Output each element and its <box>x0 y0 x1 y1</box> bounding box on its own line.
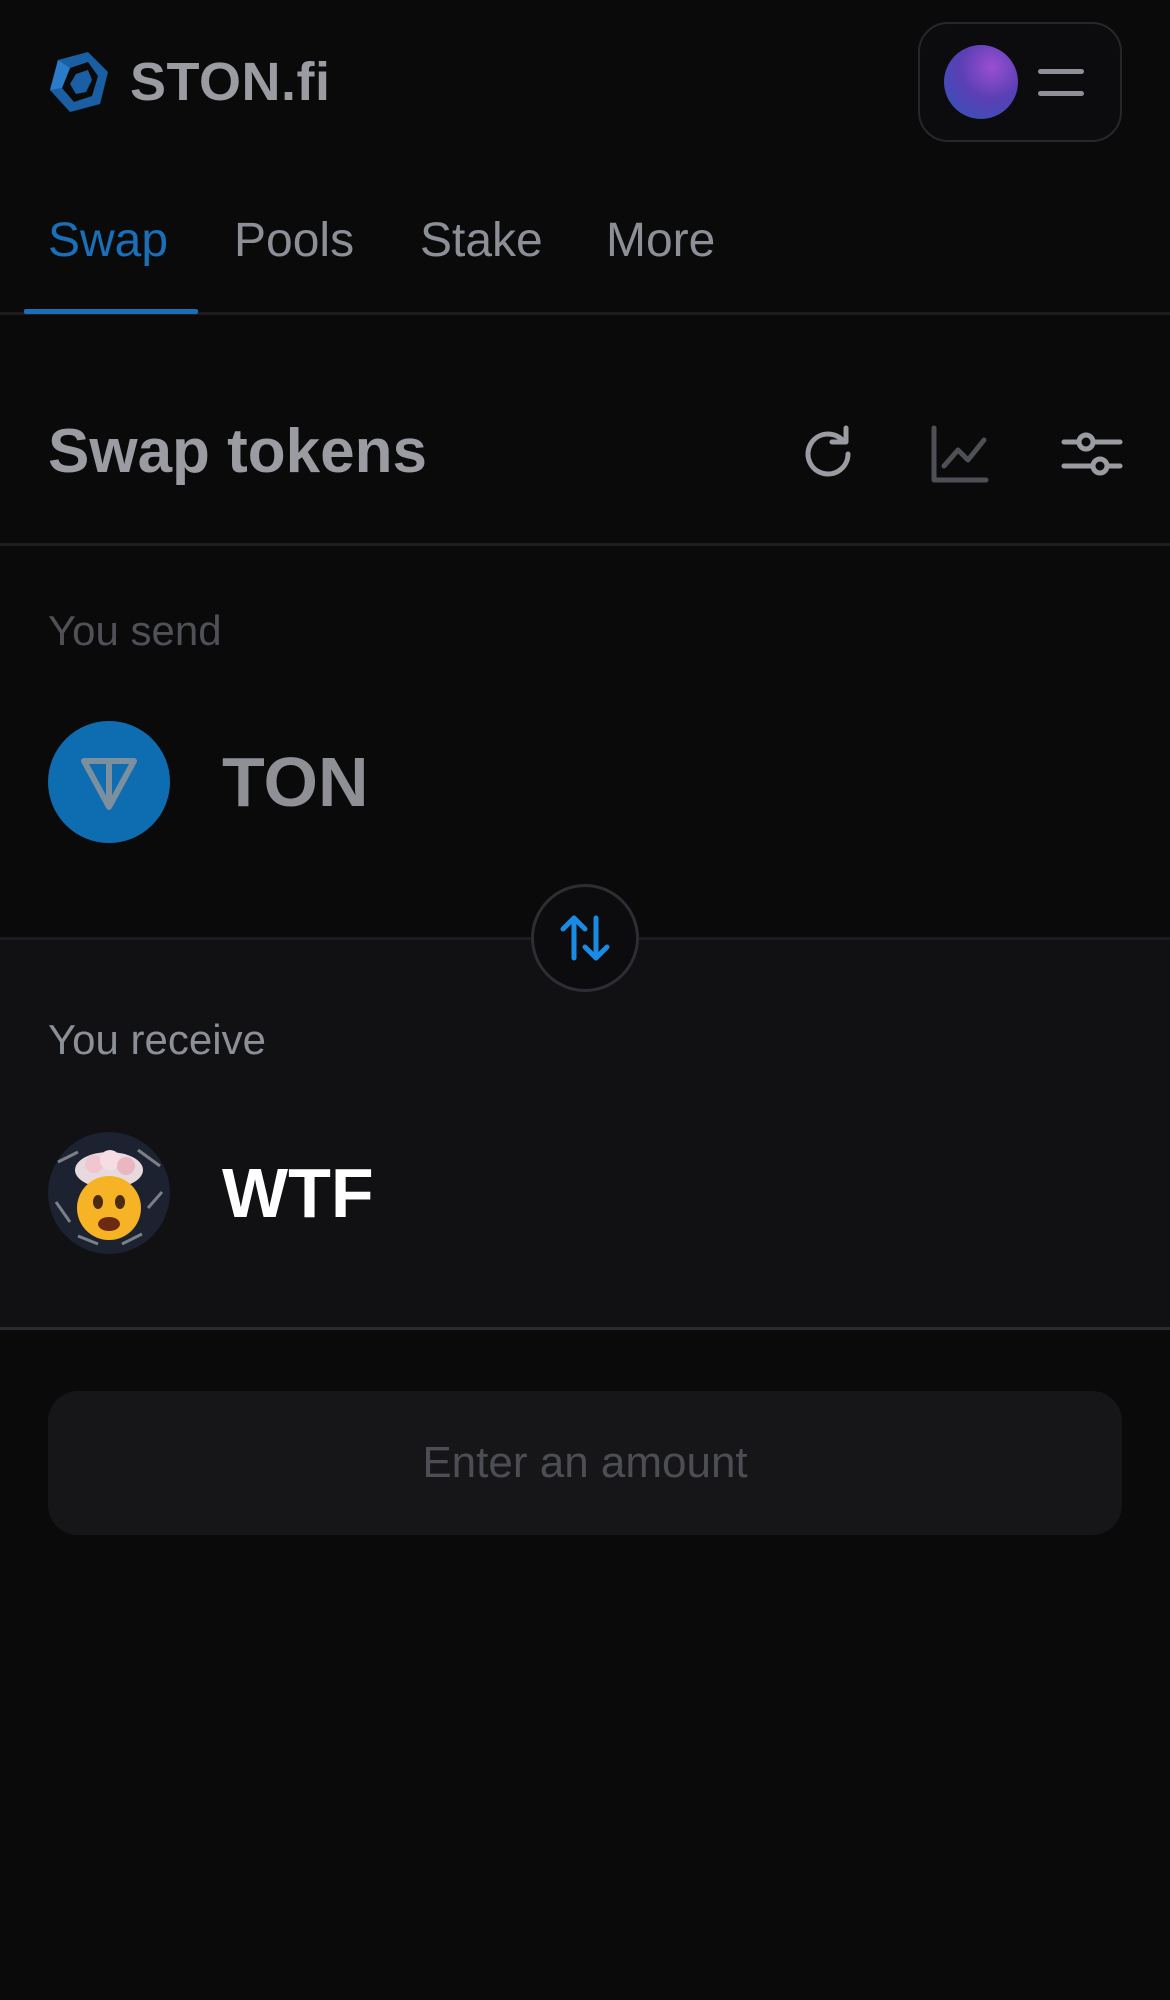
tab-swap[interactable]: Swap <box>48 213 168 268</box>
brand-logo[interactable]: STON.fi <box>48 50 331 114</box>
wallet-avatar <box>944 45 1018 119</box>
account-menu-button[interactable] <box>918 22 1122 142</box>
page-title: Swap tokens <box>48 417 427 486</box>
wtf-token-icon <box>48 1132 170 1254</box>
tab-stake[interactable]: Stake <box>420 213 543 268</box>
send-token-name: TON <box>222 743 369 821</box>
ston-logo-icon <box>50 52 108 112</box>
swap-direction-button[interactable] <box>531 884 639 992</box>
chart-icon[interactable] <box>928 422 992 486</box>
settings-sliders-icon[interactable] <box>1060 422 1124 486</box>
refresh-icon[interactable] <box>796 422 860 486</box>
enter-amount-button[interactable]: Enter an amount <box>48 1391 1122 1535</box>
send-panel: You send TON <box>0 549 1170 937</box>
brand-name: STON.fi <box>130 52 331 112</box>
receive-label: You receive <box>48 1016 266 1063</box>
receive-panel: You receive WTF <box>0 937 1170 1330</box>
ton-token-icon <box>48 721 170 843</box>
swap-header: Swap tokens <box>0 318 1170 546</box>
send-label: You send <box>48 607 222 654</box>
receive-token-selector[interactable]: WTF <box>48 1132 374 1254</box>
send-token-selector[interactable]: TON <box>48 721 369 843</box>
active-tab-indicator <box>24 309 198 314</box>
app: STON.fi Swap Pools Stake More Swap token… <box>0 0 1170 2000</box>
swap-arrows-icon <box>560 915 610 961</box>
main-nav-tabs: Swap Pools Stake More <box>0 165 1170 315</box>
hamburger-menu-icon <box>1038 67 1084 97</box>
tab-pools[interactable]: Pools <box>234 213 354 268</box>
receive-token-name: WTF <box>222 1154 374 1232</box>
header: STON.fi <box>0 0 1170 165</box>
tab-more[interactable]: More <box>606 213 715 268</box>
